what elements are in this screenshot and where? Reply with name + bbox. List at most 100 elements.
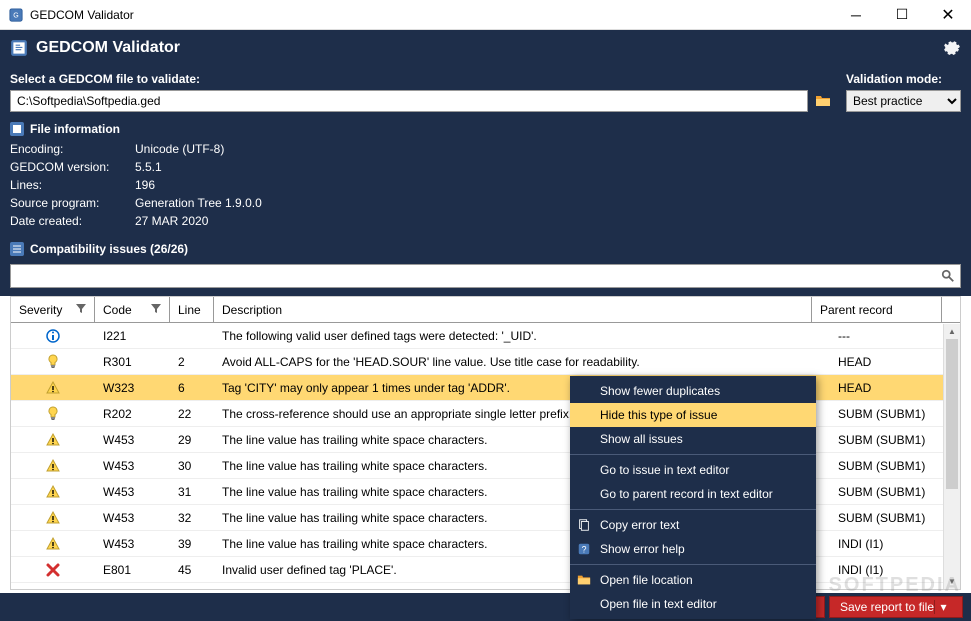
validation-mode-select[interactable]: Best practice bbox=[846, 90, 961, 112]
issue-line: 22 bbox=[170, 407, 214, 421]
app-bar-icon bbox=[10, 39, 28, 57]
issue-code: W453 bbox=[95, 459, 170, 473]
issue-code: R202 bbox=[95, 407, 170, 421]
file-select-block: Select a GEDCOM file to validate: bbox=[10, 72, 834, 112]
menu-item-label: Go to issue in text editor bbox=[600, 463, 729, 477]
scroll-down-icon[interactable]: ▼ bbox=[944, 574, 960, 589]
browse-button[interactable] bbox=[812, 90, 834, 112]
table-row[interactable]: W45330The line value has trailing white … bbox=[11, 453, 960, 479]
svg-text:G: G bbox=[13, 12, 18, 19]
issue-line: 31 bbox=[170, 485, 214, 499]
table-row[interactable]: W45329The line value has trailing white … bbox=[11, 427, 960, 453]
severity-warn-icon bbox=[45, 510, 61, 526]
severity-warn-icon bbox=[45, 458, 61, 474]
file-info-header: File information bbox=[30, 122, 120, 136]
search-icon[interactable] bbox=[936, 269, 960, 283]
menu-item[interactable]: Copy error text bbox=[570, 513, 816, 537]
save-report-label: Save report to file bbox=[840, 600, 934, 614]
window-title: GEDCOM Validator bbox=[30, 8, 833, 22]
file-path-input[interactable] bbox=[10, 90, 808, 112]
col-code[interactable]: Code bbox=[95, 297, 170, 322]
issue-code: W323 bbox=[95, 381, 170, 395]
menu-item[interactable]: ?Show error help bbox=[570, 537, 816, 561]
menu-item-label: Hide this type of issue bbox=[600, 408, 717, 422]
info-value: 27 MAR 2020 bbox=[135, 214, 961, 228]
table-row[interactable]: W3236Tag 'CITY' may only appear 1 times … bbox=[11, 375, 960, 401]
issue-line: 29 bbox=[170, 433, 214, 447]
issue-parent: SUBM (SUBM1) bbox=[830, 485, 960, 499]
chevron-down-icon[interactable]: ▾ bbox=[934, 600, 952, 614]
table-row[interactable]: R20222The cross-reference should use an … bbox=[11, 401, 960, 427]
table-header: Severity Code Line Description Parent re… bbox=[11, 297, 960, 323]
issue-code: W453 bbox=[95, 511, 170, 525]
table-row[interactable]: W45331The line value has trailing white … bbox=[11, 479, 960, 505]
context-menu: Show fewer duplicates Hide this type of i… bbox=[570, 376, 816, 619]
table-row[interactable]: E80145Invalid user defined tag 'PLACE'.I… bbox=[11, 557, 960, 583]
minimize-button[interactable]: ─ bbox=[833, 0, 879, 30]
scrollbar[interactable]: ▲ ▼ bbox=[943, 324, 960, 589]
severity-warn-icon bbox=[45, 432, 61, 448]
menu-separator bbox=[570, 454, 816, 455]
toolbar: Select a GEDCOM file to validate: Valida… bbox=[0, 66, 971, 122]
menu-item[interactable]: Open file location bbox=[570, 568, 816, 592]
menu-item[interactable]: Hide this type of issue bbox=[570, 403, 816, 427]
search-input[interactable] bbox=[11, 265, 936, 287]
compat-icon bbox=[10, 242, 24, 256]
app-bar: GEDCOM Validator bbox=[0, 30, 971, 66]
issue-parent: HEAD bbox=[830, 355, 960, 369]
col-parent[interactable]: Parent record bbox=[812, 297, 942, 322]
issue-description: The following valid user defined tags we… bbox=[214, 329, 830, 343]
menu-item-label: Show fewer duplicates bbox=[600, 384, 720, 398]
severity-tip-icon bbox=[45, 406, 61, 422]
menu-item[interactable]: Show fewer duplicates bbox=[570, 379, 816, 403]
maximize-button[interactable]: ☐ bbox=[879, 0, 925, 30]
scroll-up-icon[interactable]: ▲ bbox=[944, 324, 960, 339]
menu-item[interactable]: Open file in text editor bbox=[570, 592, 816, 616]
filter-icon[interactable] bbox=[151, 303, 161, 317]
menu-item[interactable]: Show all issues bbox=[570, 427, 816, 451]
folder-icon bbox=[576, 572, 592, 588]
issue-line: 39 bbox=[170, 537, 214, 551]
table-row[interactable]: W45332The line value has trailing white … bbox=[11, 505, 960, 531]
close-button[interactable]: ✕ bbox=[925, 0, 971, 30]
issue-parent: SUBM (SUBM1) bbox=[830, 459, 960, 473]
scrollbar-thumb[interactable] bbox=[946, 339, 958, 489]
bottom-bar: Recheck file Save report to file ▾ bbox=[0, 593, 971, 621]
table-row[interactable]: W45339The line value has trailing white … bbox=[11, 531, 960, 557]
severity-warn-icon bbox=[45, 484, 61, 500]
info-label: Date created: bbox=[10, 214, 135, 228]
issue-parent: SUBM (SUBM1) bbox=[830, 433, 960, 447]
table-row[interactable]: I221The following valid user defined tag… bbox=[11, 323, 960, 349]
menu-item[interactable]: Go to parent record in text editor bbox=[570, 482, 816, 506]
validation-mode-label: Validation mode: bbox=[846, 72, 961, 86]
col-severity[interactable]: Severity bbox=[11, 297, 95, 322]
severity-error-icon bbox=[45, 562, 61, 578]
severity-warn-icon bbox=[45, 380, 61, 396]
window-controls: ─ ☐ ✕ bbox=[833, 0, 971, 30]
issue-code: R301 bbox=[95, 355, 170, 369]
issue-parent: SUBM (SUBM1) bbox=[830, 407, 960, 421]
menu-item[interactable]: Go to issue in text editor bbox=[570, 458, 816, 482]
severity-info-icon bbox=[45, 328, 61, 344]
issue-code: W453 bbox=[95, 485, 170, 499]
copy-icon bbox=[576, 517, 592, 533]
info-label: Lines: bbox=[10, 178, 135, 192]
info-label: GEDCOM version: bbox=[10, 160, 135, 174]
menu-item-label: Open file in text editor bbox=[600, 597, 717, 611]
save-report-button[interactable]: Save report to file ▾ bbox=[829, 596, 963, 618]
table-row[interactable]: R3012Avoid ALL-CAPS for the 'HEAD.SOUR' … bbox=[11, 349, 960, 375]
svg-text:?: ? bbox=[582, 545, 587, 555]
menu-item-label: Show all issues bbox=[600, 432, 683, 446]
col-description[interactable]: Description bbox=[214, 297, 812, 322]
filter-icon[interactable] bbox=[76, 303, 86, 317]
info-value: Generation Tree 1.9.0.0 bbox=[135, 196, 961, 210]
help-icon: ? bbox=[576, 541, 592, 557]
col-line[interactable]: Line bbox=[170, 297, 214, 322]
issue-code: W453 bbox=[95, 433, 170, 447]
validation-mode-block: Validation mode: Best practice bbox=[846, 72, 961, 112]
file-info-section: File information Encoding:Unicode (UTF-8… bbox=[0, 122, 971, 238]
gear-icon[interactable] bbox=[943, 39, 961, 57]
window-titlebar: G GEDCOM Validator ─ ☐ ✕ bbox=[0, 0, 971, 30]
issue-code: E801 bbox=[95, 563, 170, 577]
file-info-icon bbox=[10, 122, 24, 136]
